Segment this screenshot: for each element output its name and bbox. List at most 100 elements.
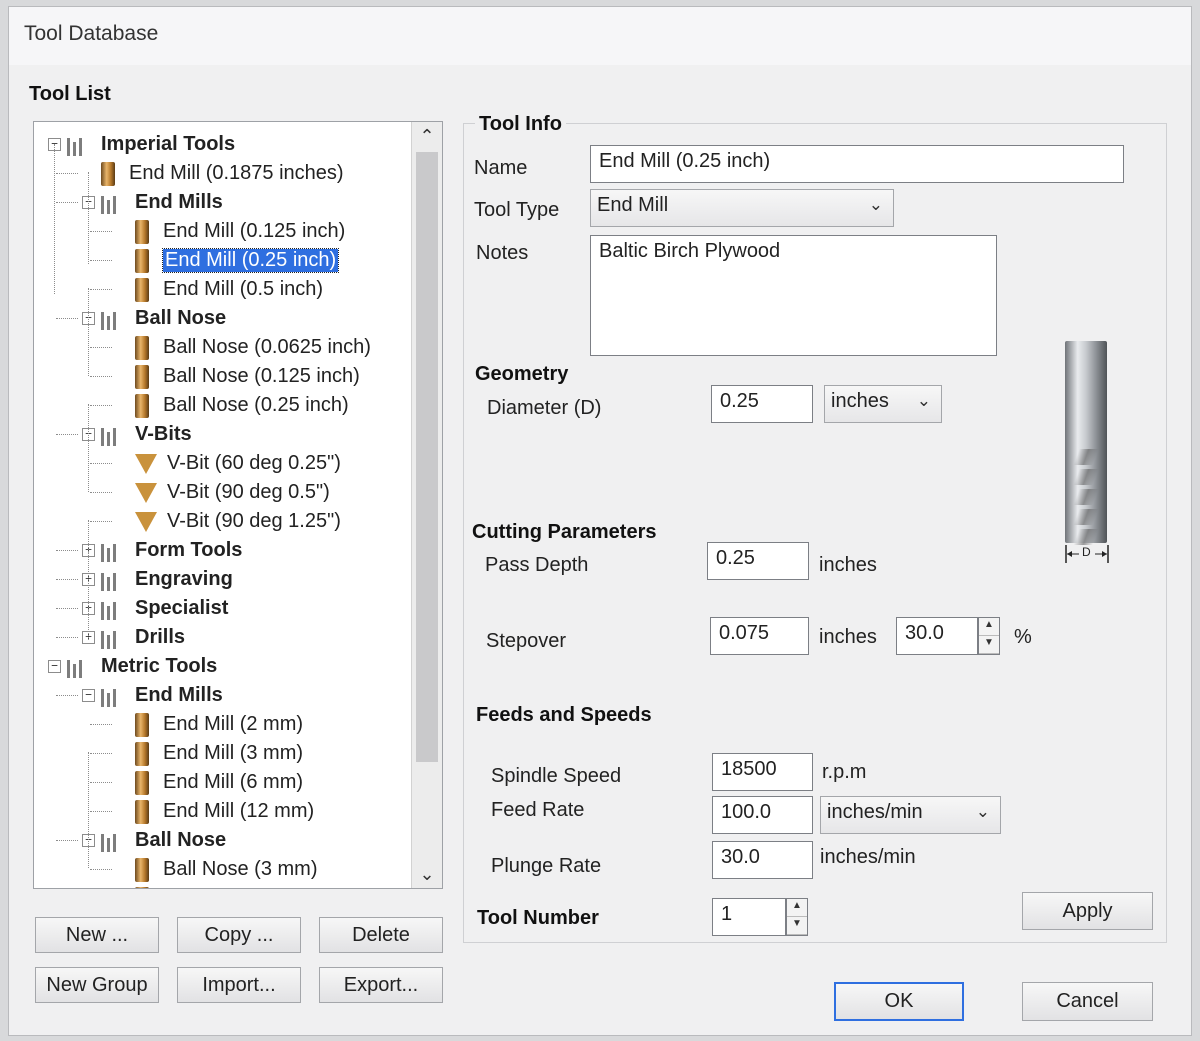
new-group-button[interactable]: New Group [35,967,159,1003]
tree-connector [54,144,55,294]
tool-type-select[interactable]: End Mill ⌄ [590,189,894,227]
tree-scrollbar[interactable]: ⌃ ⌄ [411,122,442,888]
tree-tool-row[interactable]: Ball Nose (0.0625 inch) [116,333,371,362]
spin-up-icon[interactable]: ▲ [979,618,999,636]
delete-tool-button[interactable]: Delete [319,917,443,953]
feeds-speeds-heading: Feeds and Speeds [476,704,652,726]
collapse-icon[interactable]: − [48,660,61,673]
ok-button[interactable]: OK [834,982,964,1021]
tree-tool-row[interactable]: End Mill (2 mm) [116,710,303,739]
tree-tool-row[interactable]: End Mill (6 mm) [116,768,303,797]
tree-connector [88,288,89,376]
tree-group-row[interactable]: + Engraving [82,565,233,594]
tree-tool-row[interactable]: V-Bit (60 deg 0.25") [116,449,341,478]
spin-down-icon[interactable]: ▼ [787,917,807,935]
feed-units-select[interactable]: inches/min ⌄ [820,796,1001,834]
tree-group-row[interactable]: + Specialist [82,594,228,623]
tree-connector [56,173,78,174]
tree-tool-row[interactable]: Ball Nose (6 mm) [116,884,317,888]
tool-group-icon [101,569,125,591]
tool-number-input[interactable]: 1 [712,898,786,936]
stepover-input[interactable]: 0.075 [710,617,809,655]
tree-group-row[interactable]: − End Mills [82,188,223,217]
export-button[interactable]: Export... [319,967,443,1003]
stepover-label: Stepover [486,630,567,652]
copy-tool-button[interactable]: Copy ... [177,917,301,953]
tree-group-row[interactable]: − Ball Nose [82,826,226,855]
tool-group-icon [101,685,125,707]
import-button[interactable]: Import... [177,967,301,1003]
pass-depth-units: inches [819,554,877,576]
end-mill-preview-image [1065,341,1107,545]
tree-tool-row[interactable]: V-Bit (90 deg 1.25") [116,507,341,536]
tree-connector [56,637,78,638]
tree-tool-row[interactable]: End Mill (0.25 inch) [116,246,340,275]
tree-item-label: Ball Nose (0.0625 inch) [163,336,371,358]
tree-group-row[interactable]: − End Mills [82,681,223,710]
spin-up-icon[interactable]: ▲ [787,899,807,917]
plunge-rate-input[interactable]: 30.0 [712,841,813,879]
pass-depth-input[interactable]: 0.25 [707,542,809,580]
dimension-label: D [1082,545,1091,559]
collapse-icon[interactable]: − [82,689,95,702]
tree-connector [88,404,89,492]
tree-item-label: V-Bits [135,423,192,445]
tree-connector [90,724,112,725]
tree-group-row[interactable]: − Ball Nose [82,304,226,333]
tree-tool-row[interactable]: End Mill (0.125 inch) [116,217,345,246]
tree-tool-row[interactable]: Ball Nose (3 mm) [116,855,317,884]
stepover-percent-spinner[interactable]: ▲ ▼ [978,617,1000,655]
cancel-button[interactable]: Cancel [1022,982,1153,1021]
tree-tool-row[interactable]: End Mill (3 mm) [116,739,303,768]
tree-item-label: End Mill (0.1875 inches) [129,162,344,184]
tree-tool-row[interactable]: End Mill (12 mm) [116,797,314,826]
v-bit-icon [135,482,157,503]
percent-sign: % [1014,626,1032,648]
end-mill-icon [101,161,115,186]
tree-connector [90,782,112,783]
tool-number-spinner[interactable]: ▲ ▼ [786,898,808,936]
diameter-dimension: D [1065,543,1109,565]
tool-number-label: Tool Number [477,907,599,929]
new-tool-button[interactable]: New ... [35,917,159,953]
units-select[interactable]: inches ⌄ [824,385,942,423]
name-input[interactable]: End Mill (0.25 inch) [590,145,1124,183]
chevron-down-icon: ⌄ [868,195,883,214]
tree-group-row[interactable]: − Imperial Tools [48,130,235,159]
tree-item-label: V-Bit (90 deg 0.5") [167,481,330,503]
feed-units-value: inches/min [827,801,923,823]
end-mill-icon [135,393,149,418]
spindle-speed-input[interactable]: 18500 [712,753,813,791]
plunge-rate-units: inches/min [820,846,916,868]
scroll-thumb[interactable] [416,152,438,762]
tree-connector [90,492,112,493]
tree-group-row[interactable]: + Drills [82,623,185,652]
diameter-label: Diameter (D) [487,397,602,419]
notes-textarea[interactable]: Baltic Birch Plywood [590,235,997,356]
tree-tool-row[interactable]: Ball Nose (0.25 inch) [116,391,349,420]
tree-group-row[interactable]: − Metric Tools [48,652,217,681]
tree-group-row[interactable]: − V-Bits [82,420,192,449]
tree-connector [90,289,112,290]
tree-tool-row[interactable]: V-Bit (90 deg 0.5") [116,478,330,507]
end-mill-icon [135,857,149,882]
pass-depth-label: Pass Depth [485,554,589,576]
apply-button[interactable]: Apply [1022,892,1153,930]
tree-tool-row[interactable]: End Mill (0.1875 inches) [82,159,344,188]
tool-tree[interactable]: − Imperial Tools End Mill (0.1875 inches) −… [33,121,443,889]
stepover-percent-input[interactable]: 30.0 [896,617,978,655]
chevron-up-icon[interactable]: ⌃ [412,122,442,150]
spin-down-icon[interactable]: ▼ [979,636,999,654]
diameter-input[interactable]: 0.25 [711,385,813,423]
tree-item-label: Ball Nose [135,829,227,851]
end-mill-icon [135,712,149,737]
chevron-down-icon[interactable]: ⌄ [412,860,442,888]
tree-group-row[interactable]: + Form Tools [82,536,242,565]
tree-item-label: End Mill (0.125 inch) [163,220,346,242]
tree-tool-row[interactable]: End Mill (0.5 inch) [116,275,323,304]
end-mill-icon [135,335,149,360]
feed-rate-input[interactable]: 100.0 [712,796,813,834]
end-mill-icon [135,219,149,244]
tree-tool-row[interactable]: Ball Nose (0.125 inch) [116,362,360,391]
end-mill-icon [135,741,149,766]
